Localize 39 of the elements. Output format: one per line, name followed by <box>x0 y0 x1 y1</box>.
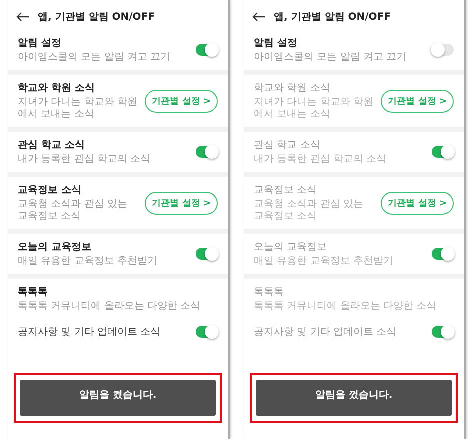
setting-description: 지녀가 다니는 학교와 학원에서 보내는 소식 <box>18 97 139 121</box>
setting-label: 공지사항 및 기타 업데이트 소식 <box>254 326 397 339</box>
screen-title: 앱, 기관별 알림 ON/OFF <box>38 11 155 24</box>
back-arrow-icon[interactable] <box>252 12 266 22</box>
setting-description: 교육청 소식과 관심 있는 교육정보 소식 <box>18 199 129 223</box>
setting-description: 아이엠스쿨의 모든 알림 켜고 끄기 <box>18 52 171 64</box>
setting-title: 톡톡톡 <box>18 286 49 299</box>
toggle-switch[interactable] <box>196 44 218 56</box>
toast-message: 알림을 켰습니다. <box>20 380 216 416</box>
setting-title: 관심 학교 소식 <box>254 139 322 152</box>
back-arrow-icon[interactable] <box>16 12 30 22</box>
setting-description: 지녀가 다니는 학교와 학원에서 보내는 소식 <box>254 97 375 121</box>
screen-title: 앱, 기관별 알림 ON/OFF <box>274 11 391 24</box>
toggle-switch[interactable] <box>196 146 218 158</box>
setting-description: 매일 유용한 교육정보 추천받기 <box>254 256 394 268</box>
toggle-switch[interactable] <box>196 326 218 338</box>
setting-description: 톡톡톡 커뮤니티에 올라오는 다양한 소식 <box>18 301 202 313</box>
setting-title: 교육정보 소식 <box>254 184 318 197</box>
toggle-switch[interactable] <box>196 248 218 260</box>
setting-label: 공지사항 및 기타 업데이트 소식 <box>18 326 161 339</box>
setting-description: 아이엠스쿨의 모든 알림 켜고 끄기 <box>254 52 407 64</box>
setting-title: 관심 학교 소식 <box>18 139 86 152</box>
setting-description: 내가 등록한 관심 학교의 소식 <box>254 154 387 166</box>
setting-title: 톡톡톡 <box>254 286 285 299</box>
setting-description: 톡톡톡 커뮤니티에 올라오는 다양한 소식 <box>254 301 438 313</box>
toggle-switch[interactable] <box>432 44 454 56</box>
setting-title: 오늘의 교육정보 <box>18 241 92 254</box>
toast-message: 알림을 껐습니다. <box>256 380 452 416</box>
setting-title: 알림 설정 <box>254 37 298 50</box>
setting-description: 매일 유용한 교육정보 추천받기 <box>18 256 158 268</box>
institution-settings-button[interactable]: 기관별 설정 > <box>145 192 218 214</box>
setting-title: 학교와 학원 소식 <box>18 82 96 95</box>
setting-description: 내가 등록한 관심 학교의 소식 <box>18 154 151 166</box>
setting-title: 교육정보 소식 <box>18 184 82 197</box>
setting-title: 오늘의 교육정보 <box>254 241 328 254</box>
setting-title: 학교와 학원 소식 <box>254 82 332 95</box>
institution-settings-button[interactable]: 기관별 설정 > <box>145 90 218 112</box>
setting-description: 교육청 소식과 관심 있는 교육정보 소식 <box>254 199 365 223</box>
setting-title: 알림 설정 <box>18 37 62 50</box>
